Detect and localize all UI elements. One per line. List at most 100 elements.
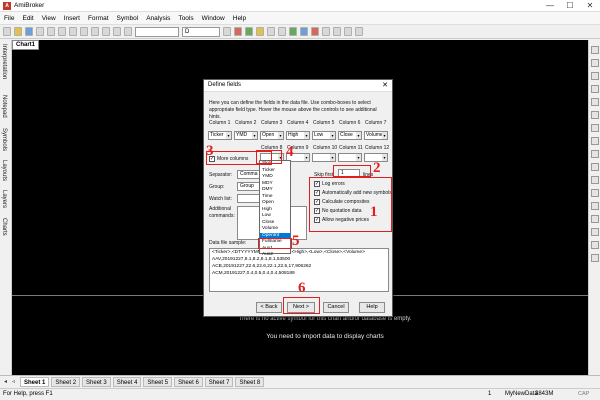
menu-analysis[interactable]: Analysis <box>146 15 170 22</box>
column-1-combo[interactable]: Ticker ▾ <box>208 131 232 140</box>
menu-tools[interactable]: Tools <box>178 15 193 22</box>
arc-icon[interactable] <box>591 163 599 171</box>
column-header: Column 2 <box>235 120 257 126</box>
column-6-combo[interactable]: Close ▾ <box>338 131 362 140</box>
grid-icon[interactable] <box>300 27 308 36</box>
sample-label: Data file sample: <box>209 240 247 246</box>
delete-drawing-icon[interactable] <box>591 254 599 262</box>
interval-select[interactable]: D <box>182 26 220 37</box>
dialog-title-bar: Define fields ✕ <box>204 80 392 92</box>
indicator-icon[interactable] <box>245 27 253 36</box>
pointer-icon[interactable] <box>591 46 599 54</box>
dropdown-option[interactable]: Aux2 <box>260 252 290 259</box>
tab-symbols[interactable]: Symbols <box>1 128 7 151</box>
sheet-tabs: ◂ ◃ Sheet 1 Sheet 2 Sheet 3 Sheet 4 Shee… <box>0 375 600 387</box>
menu-file[interactable]: File <box>4 15 14 22</box>
back-button[interactable]: < Back <box>256 302 282 313</box>
new-icon[interactable] <box>3 27 11 36</box>
menu-view[interactable]: View <box>42 15 56 22</box>
andrews-icon[interactable] <box>591 202 599 210</box>
arrow-up-icon[interactable] <box>591 215 599 223</box>
redo-icon[interactable] <box>91 27 99 36</box>
tab-charts[interactable]: Charts <box>1 218 7 236</box>
cut-icon[interactable] <box>47 27 55 36</box>
minimize-button[interactable]: — <box>540 0 560 12</box>
close-window-button[interactable]: ✕ <box>580 0 600 12</box>
info-icon[interactable] <box>124 27 132 36</box>
channel-icon[interactable] <box>591 111 599 119</box>
text-tool-icon[interactable] <box>355 27 363 36</box>
sheet-tab-6[interactable]: Sheet 6 <box>174 376 203 387</box>
text-box-icon[interactable] <box>591 241 599 249</box>
cancel-button[interactable]: Cancel <box>323 302 349 313</box>
open-icon[interactable] <box>14 27 22 36</box>
pencil-icon[interactable] <box>333 27 341 36</box>
separator-select[interactable]: Comma (,) <box>237 170 261 179</box>
print-icon[interactable] <box>36 27 44 36</box>
sheet-tab-1[interactable]: Sheet 1 <box>20 376 50 387</box>
vertical-line-icon[interactable] <box>591 98 599 106</box>
crosshair-icon[interactable] <box>223 27 231 36</box>
ellipse-icon[interactable] <box>591 150 599 158</box>
column-4-combo[interactable]: High ▾ <box>286 131 310 140</box>
zoom-in-icon[interactable] <box>267 27 275 36</box>
menu-symbol[interactable]: Symbol <box>117 15 139 22</box>
column-10-combo[interactable]: ▾ <box>312 153 336 162</box>
sheet-first-icon[interactable]: ◂ <box>4 378 10 385</box>
tab-notepad[interactable]: Notepad <box>1 95 7 118</box>
sheet-tab-3[interactable]: Sheet 3 <box>82 376 111 387</box>
column-2-combo[interactable]: YMD ▾ <box>234 131 258 140</box>
help-button[interactable]: Help <box>359 302 385 313</box>
menu-window[interactable]: Window <box>202 15 225 22</box>
column-5-combo[interactable]: Low ▾ <box>312 131 336 140</box>
zoom-out-icon[interactable] <box>278 27 286 36</box>
watch-list-select[interactable] <box>237 194 261 203</box>
maximize-button[interactable]: ☐ <box>560 0 580 12</box>
column-11-combo[interactable]: ▾ <box>338 153 362 162</box>
menu-help[interactable]: Help <box>233 15 246 22</box>
sheet-tab-7[interactable]: Sheet 7 <box>204 376 234 387</box>
symbol-select[interactable] <box>135 26 179 37</box>
chevron-down-icon: ▾ <box>304 154 309 161</box>
column-7-combo[interactable]: Volume ▾ <box>364 131 388 140</box>
formula-icon[interactable] <box>256 27 264 36</box>
tab-layers[interactable]: Layers <box>1 190 7 208</box>
tab-layouts[interactable]: Layouts <box>1 160 7 181</box>
play-icon[interactable] <box>289 27 297 36</box>
sheet-tab-2[interactable]: Sheet 2 <box>51 376 81 387</box>
draw-line-icon[interactable] <box>344 27 352 36</box>
chart-type-icon[interactable] <box>234 27 242 36</box>
paste-icon[interactable] <box>69 27 77 36</box>
menu-edit[interactable]: Edit <box>22 15 33 22</box>
line-style-icon[interactable] <box>322 27 330 36</box>
chevron-down-icon: ▾ <box>304 132 309 139</box>
arrow-down-icon[interactable] <box>591 228 599 236</box>
pen-color-icon[interactable] <box>311 27 319 36</box>
ray-icon[interactable] <box>591 72 599 80</box>
sheet-prev-icon[interactable]: ◃ <box>12 378 18 385</box>
horizontal-line-icon[interactable] <box>591 85 599 93</box>
sheet-tab-5[interactable]: Sheet 5 <box>143 376 173 387</box>
dialog-close-icon[interactable]: ✕ <box>382 81 388 89</box>
gann-icon[interactable] <box>591 189 599 197</box>
back-icon[interactable] <box>102 27 110 36</box>
chevron-down-icon: ▾ <box>356 154 361 161</box>
column-3-combo[interactable]: Open ▾ <box>260 131 284 140</box>
menu-format[interactable]: Format <box>88 15 109 22</box>
undo-icon[interactable] <box>80 27 88 36</box>
copy-icon[interactable] <box>58 27 66 36</box>
tab-interpretation[interactable]: Interpretation <box>1 44 7 79</box>
sheet-tab-4[interactable]: Sheet 4 <box>112 376 142 387</box>
column-header: Column 4 <box>287 120 309 126</box>
trendline-icon[interactable] <box>591 59 599 67</box>
save-icon[interactable] <box>25 27 33 36</box>
fibonacci-icon[interactable] <box>591 124 599 132</box>
chevron-down-icon: ▾ <box>382 132 387 139</box>
chart-tab[interactable]: Chart1 <box>12 40 40 50</box>
sheet-tab-8[interactable]: Sheet 8 <box>235 376 265 387</box>
cycle-icon[interactable] <box>591 176 599 184</box>
forward-icon[interactable] <box>113 27 121 36</box>
rectangle-icon[interactable] <box>591 137 599 145</box>
menu-insert[interactable]: Insert <box>64 15 80 22</box>
group-select[interactable]: Group 255 <box>237 182 261 191</box>
